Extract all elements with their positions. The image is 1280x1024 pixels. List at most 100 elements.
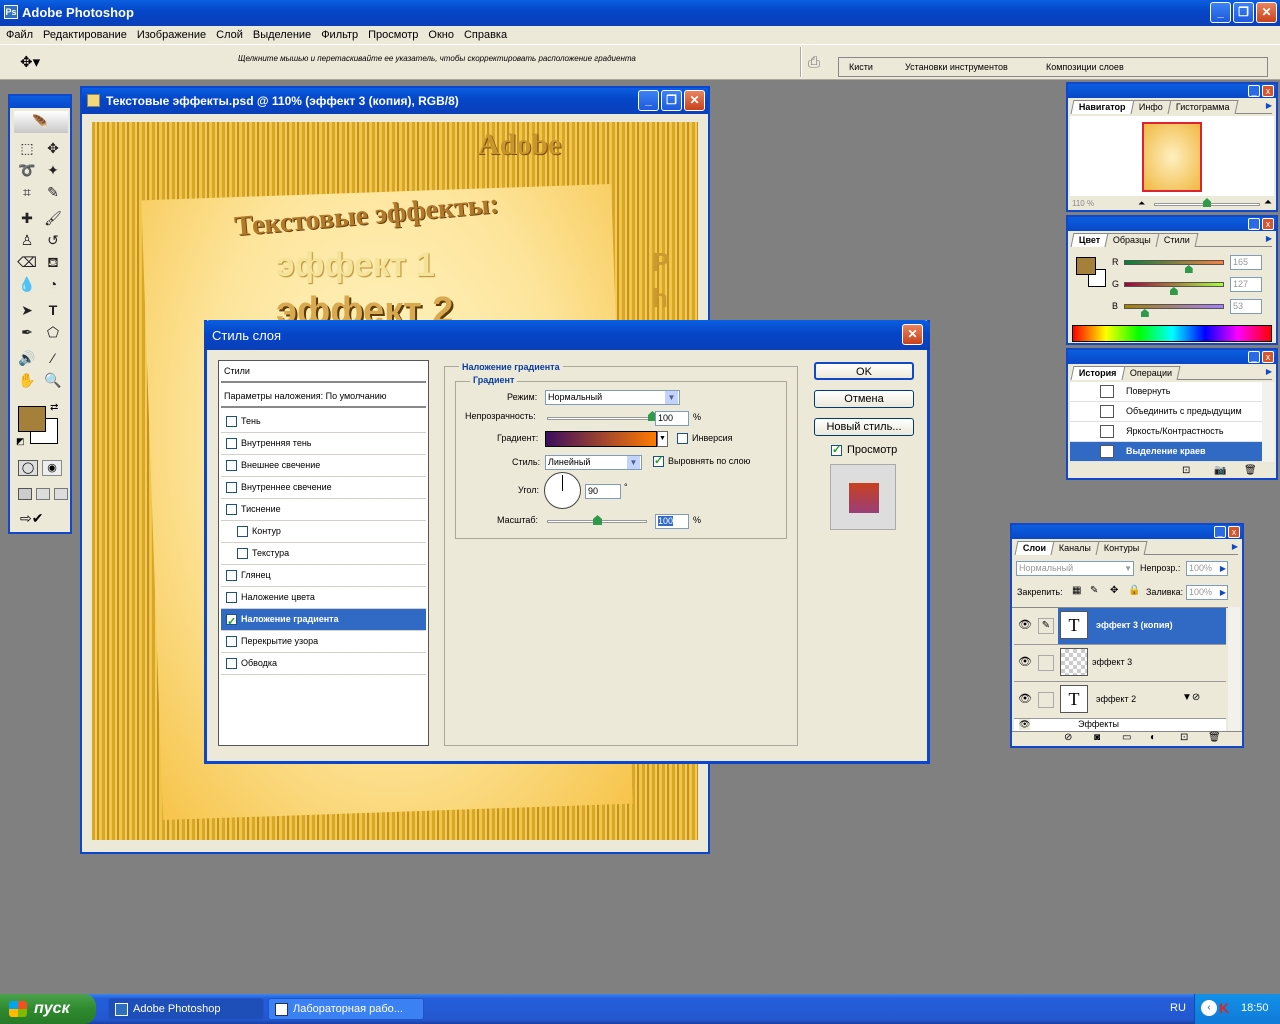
layer-blend-mode-select[interactable]: Нормальный ▼	[1016, 561, 1134, 576]
style-item[interactable]: Тиснение	[221, 499, 426, 521]
color-close-button[interactable]: x	[1262, 218, 1274, 230]
opacity-slider-track[interactable]	[547, 417, 652, 420]
layer-fill-input[interactable]: 100% ▶	[1186, 585, 1228, 600]
history-item[interactable]: Объединить с предыдущим	[1070, 402, 1262, 422]
ok-button[interactable]: OK	[814, 362, 914, 380]
layer-row[interactable]: 👁 ✎ Tэффект 3 (копия)	[1014, 608, 1226, 645]
lasso-tool-icon[interactable]: ➰	[16, 160, 38, 180]
layer-opacity-input[interactable]: 100% ▶	[1186, 561, 1228, 576]
gradient-picker[interactable]	[545, 431, 657, 447]
style-item-checkbox[interactable]	[226, 504, 237, 516]
healing-brush-icon[interactable]: ✚	[16, 208, 38, 228]
mode-select[interactable]: Нормальный ▼	[545, 390, 680, 405]
tab-paths[interactable]: Контуры	[1095, 541, 1149, 555]
channel-slider-track[interactable]	[1124, 282, 1224, 287]
channel-value-input[interactable]: 53	[1230, 299, 1262, 314]
history-brush-icon[interactable]: ↺	[42, 230, 64, 250]
tab-swatches[interactable]: Образцы	[1104, 233, 1160, 247]
menu-help[interactable]: Справка	[459, 27, 512, 43]
new-layer-icon[interactable]: ⊡	[1180, 732, 1188, 743]
tab-color[interactable]: Цвет	[1070, 233, 1109, 247]
zoom-tool-icon[interactable]: 🔍	[42, 370, 64, 390]
lock-transparency-icon[interactable]: ▦	[1072, 585, 1081, 596]
maximize-button[interactable]: ❐	[1233, 2, 1254, 23]
tab-actions[interactable]: Операции	[1121, 366, 1181, 380]
link-slot-icon[interactable]	[1038, 655, 1054, 671]
close-button[interactable]: ✕	[1256, 2, 1277, 23]
style-item-checkbox[interactable]	[237, 548, 248, 560]
delete-layer-icon[interactable]: 🗑	[1208, 732, 1221, 743]
dodge-tool-icon[interactable]: ◔	[42, 274, 64, 294]
screen-mode-standard-icon[interactable]	[18, 488, 32, 500]
menu-image[interactable]: Изображение	[132, 27, 211, 43]
eyedropper-icon[interactable]: ⁄	[42, 348, 64, 368]
navigator-thumbnail[interactable]	[1142, 122, 1202, 192]
style-item[interactable]: Глянец	[221, 565, 426, 587]
scale-input[interactable]: 100	[655, 514, 689, 529]
tab-styles[interactable]: Стили	[1155, 233, 1199, 247]
tab-histogram[interactable]: Гистограмма	[1167, 100, 1238, 114]
foreground-color-swatch[interactable]	[18, 406, 46, 432]
style-item[interactable]: Тень	[221, 411, 426, 433]
style-item-checkbox[interactable]	[226, 658, 237, 670]
tray-expand-icon[interactable]: ‹	[1201, 1000, 1217, 1016]
blending-options-item[interactable]: Параметры наложения: По умолчанию	[221, 386, 426, 408]
menu-edit[interactable]: Редактирование	[38, 27, 132, 43]
navigator-zoom-thumb[interactable]	[1203, 198, 1211, 207]
channel-value-input[interactable]: 165	[1230, 255, 1262, 270]
antivirus-icon[interactable]: K	[1219, 1000, 1229, 1016]
blur-tool-icon[interactable]: 💧	[16, 274, 38, 294]
screen-mode-full-icon[interactable]	[54, 488, 68, 500]
menu-filter[interactable]: Фильтр	[316, 27, 363, 43]
feather-icon[interactable]: 🪶	[14, 111, 68, 133]
notes-tool-icon[interactable]: 🔊	[16, 348, 38, 368]
menu-view[interactable]: Просмотр	[363, 27, 423, 43]
style-item-checkbox[interactable]	[237, 526, 248, 538]
reverse-checkbox[interactable]	[677, 433, 688, 444]
eye-icon[interactable]: 👁	[1016, 692, 1034, 708]
effects-row[interactable]: 👁 Эффекты	[1014, 719, 1226, 731]
style-item[interactable]: Наложение цвета	[221, 587, 426, 609]
history-item[interactable]: Яркость/Контрастность	[1070, 422, 1262, 442]
hand-tool-icon[interactable]: ✋	[16, 370, 38, 390]
style-item[interactable]: Внутренняя тень	[221, 433, 426, 455]
magic-wand-icon[interactable]: ✦	[42, 160, 64, 180]
menu-window[interactable]: Окно	[423, 27, 459, 43]
move-tool-preset-icon[interactable]: ✥▾	[20, 53, 40, 71]
style-item-checkbox[interactable]	[226, 482, 237, 494]
cancel-button[interactable]: Отмена	[814, 390, 914, 408]
zoom-out-icon[interactable]: ⏶	[1138, 198, 1145, 209]
stamp-tool-icon[interactable]: ♙	[16, 230, 38, 250]
new-group-icon[interactable]: ▭	[1122, 732, 1131, 743]
standard-mode-icon[interactable]: ◯	[18, 460, 38, 476]
task-photoshop[interactable]: Adobe Photoshop	[108, 998, 264, 1020]
gradient-dropdown-button[interactable]: ▼	[657, 431, 668, 447]
style-item[interactable]: Наложение градиента	[221, 609, 426, 633]
eye-icon[interactable]: 👁	[1019, 719, 1031, 730]
style-item[interactable]: Контур	[221, 521, 426, 543]
panel-menu-arrow-icon[interactable]: ▶	[1232, 542, 1238, 551]
navigator-close-button[interactable]: x	[1262, 85, 1274, 97]
history-item[interactable]: Повернуть	[1070, 382, 1262, 402]
crop-tool-icon[interactable]: ⌗	[16, 182, 38, 202]
palette-well-tab-tool-presets[interactable]: Установки инструментов	[905, 62, 1008, 72]
adjustment-layer-icon[interactable]: ◐	[1150, 732, 1156, 743]
default-colors-icon[interactable]: ◩	[16, 436, 25, 447]
doc-close-button[interactable]: ✕	[684, 90, 705, 111]
menu-select[interactable]: Выделение	[248, 27, 316, 43]
style-item-checkbox[interactable]	[226, 460, 237, 472]
type-tool-icon[interactable]: T	[42, 300, 64, 320]
doc-minimize-button[interactable]: _	[638, 90, 659, 111]
jump-to-imageready-icon[interactable]: ⇨✔	[20, 510, 43, 527]
history-minimize-button[interactable]: _	[1248, 351, 1260, 363]
doc-maximize-button[interactable]: ❐	[661, 90, 682, 111]
style-item-checkbox[interactable]	[226, 416, 237, 428]
align-with-layer-checkbox[interactable]	[653, 454, 664, 467]
eye-icon[interactable]: 👁	[1016, 618, 1034, 634]
styles-header[interactable]: Стили	[221, 361, 426, 383]
swap-colors-icon[interactable]: ⇄	[50, 402, 58, 413]
color-ramp[interactable]	[1072, 325, 1272, 342]
tab-navigator[interactable]: Навигатор	[1070, 100, 1135, 114]
channel-slider-thumb[interactable]	[1184, 265, 1193, 273]
panel-menu-arrow-icon[interactable]: ▶	[1266, 234, 1272, 243]
